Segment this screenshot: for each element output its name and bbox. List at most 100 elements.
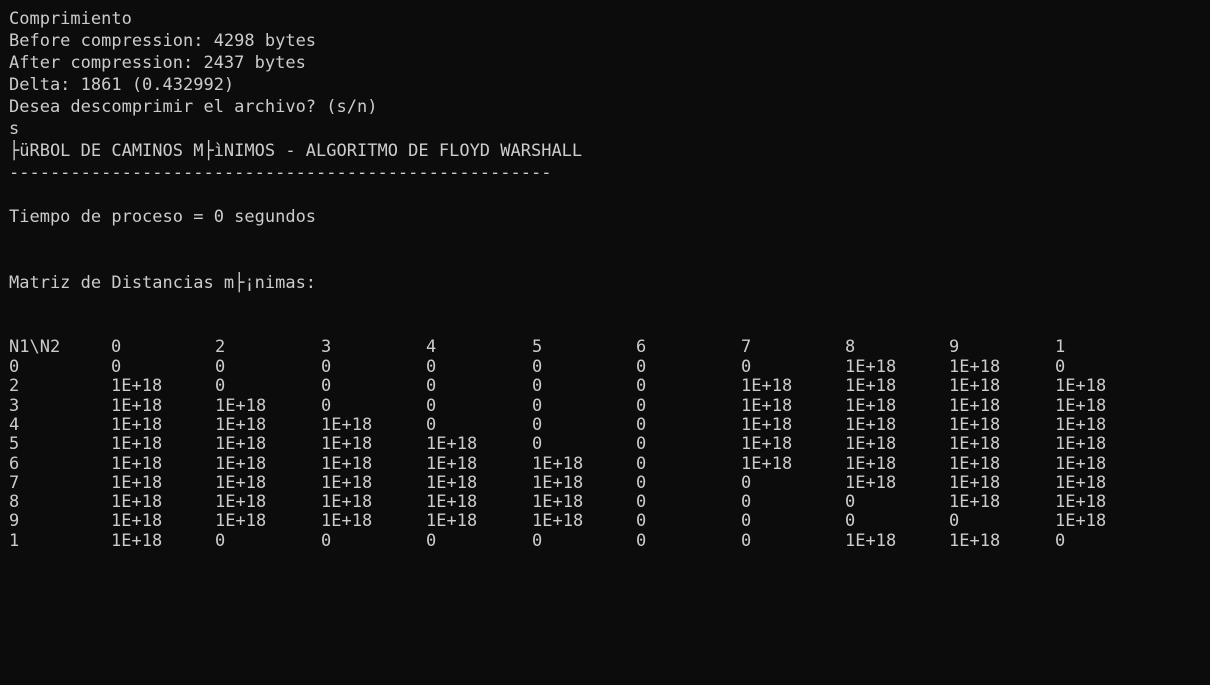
matrix-cell: 0 [636,453,647,474]
matrix-cell: 1E+18 [949,414,1001,435]
matrix-cell: 0 [741,530,752,551]
matrix-cell: 1E+18 [1055,376,1107,397]
matrix-cell: 0 [1055,357,1066,377]
matrix-cell: 1E+18 [845,530,897,551]
matrix-cell: 1E+18 [426,492,478,513]
matrix-cell: 0 [215,530,226,551]
matrix-cell: 0 [321,376,332,397]
matrix-cell: 1E+18 [426,453,478,474]
output-line-matrix-title: Matriz de Distancias m├¡nimas: [9,273,317,293]
matrix-column-header: 4 [426,337,437,357]
matrix-cell: 0 [532,434,543,455]
matrix-cell: 1E+18 [321,492,373,513]
matrix-row-label: 8 [9,492,20,513]
matrix-cell: 1E+18 [215,453,267,474]
matrix-cell: 0 [215,357,226,377]
matrix-cell: 1E+18 [321,511,373,532]
matrix-cell: 0 [532,357,543,377]
matrix-cell: 1E+18 [949,395,1001,416]
matrix-cell: 1E+18 [949,453,1001,474]
output-line-title: Comprimiento [9,9,132,29]
matrix-cell: 1E+18 [741,395,793,416]
matrix-column-header: 0 [111,337,122,357]
matrix-cell: 1E+18 [111,492,163,513]
matrix-cell: 1E+18 [1055,414,1107,435]
matrix-column-header: 9 [949,337,960,357]
matrix-cell: 1E+18 [532,492,584,513]
matrix-cell: 0 [532,530,543,551]
matrix-cell: 0 [321,395,332,416]
matrix-cell: 1E+18 [741,376,793,397]
matrix-cell: 0 [636,357,647,377]
matrix-column-header: 1 [1055,337,1066,357]
matrix-cell: 1E+18 [532,472,584,493]
matrix-row-label: 0 [9,357,20,377]
matrix-cell: 0 [741,472,752,493]
matrix-cell: 1E+18 [949,434,1001,455]
matrix-cell: 1E+18 [741,453,793,474]
matrix-cell: 0 [845,492,856,513]
matrix-cell: 0 [532,414,543,435]
matrix-cell: 1E+18 [215,395,267,416]
matrix-corner-label: N1\N2 [9,337,61,357]
matrix-cell: 1E+18 [426,472,478,493]
matrix-cell: 1E+18 [1055,434,1107,455]
matrix-cell: 1E+18 [426,434,478,455]
matrix-cell: 1E+18 [532,511,584,532]
matrix-cell: 1E+18 [215,434,267,455]
matrix-cell: 0 [741,357,752,377]
matrix-column-header: 8 [845,337,856,357]
matrix-column-header: 3 [321,337,332,357]
matrix-cell: 1E+18 [741,414,793,435]
matrix-row-label: 6 [9,453,20,474]
matrix-cell: 0 [426,376,437,397]
matrix-row-label: 4 [9,414,20,435]
matrix-cell: 1E+18 [111,472,163,493]
matrix-cell: 0 [321,357,332,377]
matrix-cell: 0 [321,530,332,551]
matrix-row-label: 1 [9,530,20,551]
matrix-cell: 0 [741,492,752,513]
matrix-cell: 1E+18 [845,357,897,377]
matrix-cell: 1E+18 [111,511,163,532]
matrix-column-header: 2 [215,337,226,357]
matrix-cell: 1E+18 [111,453,163,474]
matrix-cell: 1E+18 [845,453,897,474]
output-line-separator: ----------------------------------------… [9,163,552,183]
matrix-cell: 0 [532,376,543,397]
matrix-cell: 1E+18 [215,492,267,513]
matrix-row-label: 3 [9,395,20,416]
matrix-cell: 1E+18 [1055,492,1107,513]
matrix-cell: 1E+18 [215,472,267,493]
matrix-cell: 1E+18 [111,414,163,435]
matrix-cell: 0 [949,511,960,532]
matrix-row-label: 9 [9,511,20,532]
matrix-cell: 1E+18 [1055,395,1107,416]
output-line-prompt: Desea descomprimir el archivo? (s/n) [9,97,378,117]
matrix-cell: 1E+18 [321,434,373,455]
matrix-cell: 1E+18 [741,434,793,455]
matrix-cell: 0 [636,376,647,397]
matrix-cell: 1E+18 [215,414,267,435]
output-line-heading: ├üRBOL DE CAMINOS M├ìNIMOS - ALGORITMO D… [9,141,583,161]
matrix-cell: 1E+18 [845,395,897,416]
matrix-row-label: 7 [9,472,20,493]
matrix-cell: 1E+18 [949,357,1001,377]
matrix-cell: 0 [636,395,647,416]
console-window[interactable]: Comprimiento Before compression: 4298 by… [0,0,1210,685]
matrix-cell: 0 [1055,530,1066,551]
matrix-row-label: 5 [9,434,20,455]
matrix-cell: 1E+18 [949,376,1001,397]
matrix-cell: 0 [636,472,647,493]
matrix-cell: 1E+18 [949,472,1001,493]
matrix-cell: 0 [636,434,647,455]
matrix-cell: 1E+18 [111,395,163,416]
matrix-cell: 0 [426,357,437,377]
matrix-cell: 0 [215,376,226,397]
matrix-cell: 0 [426,395,437,416]
matrix-cell: 0 [741,511,752,532]
matrix-cell: 1E+18 [532,453,584,474]
matrix-cell: 0 [845,511,856,532]
user-input-line: s [9,119,20,139]
matrix-cell: 1E+18 [845,376,897,397]
